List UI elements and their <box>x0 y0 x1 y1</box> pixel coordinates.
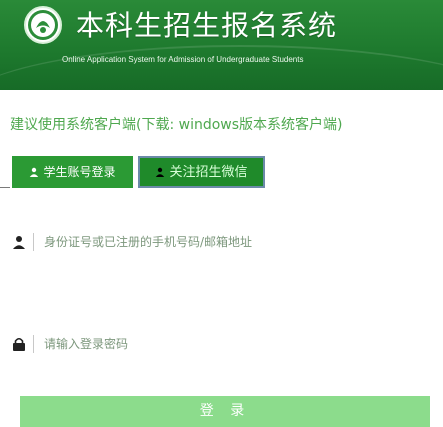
system-subtitle: Online Application System for Admission … <box>62 55 304 64</box>
tab-follow-wechat-label: 关注招生微信 <box>169 165 248 180</box>
university-logo-icon <box>24 6 62 44</box>
user-icon <box>156 167 165 177</box>
header-banner: 本科生招生报名系统 Online Application System for … <box>0 0 443 90</box>
system-title: 本科生招生报名系统 <box>76 9 338 42</box>
tab-student-login[interactable]: 学生账号登录 <box>12 156 133 188</box>
login-button[interactable]: 登 录 <box>20 396 430 427</box>
password-input[interactable] <box>44 334 434 354</box>
client-download-notice[interactable]: 建议使用系统客户端(下载: windows版本系统客户端) <box>10 114 435 136</box>
tab-student-login-label: 学生账号登录 <box>43 165 116 179</box>
user-icon <box>13 236 25 249</box>
user-icon <box>30 167 39 177</box>
username-input[interactable] <box>44 232 434 252</box>
tab-underline <box>0 187 10 188</box>
field-divider <box>33 335 34 353</box>
tab-follow-wechat[interactable]: 关注招生微信 <box>138 156 265 188</box>
field-divider <box>33 233 34 251</box>
lock-icon <box>13 337 25 351</box>
